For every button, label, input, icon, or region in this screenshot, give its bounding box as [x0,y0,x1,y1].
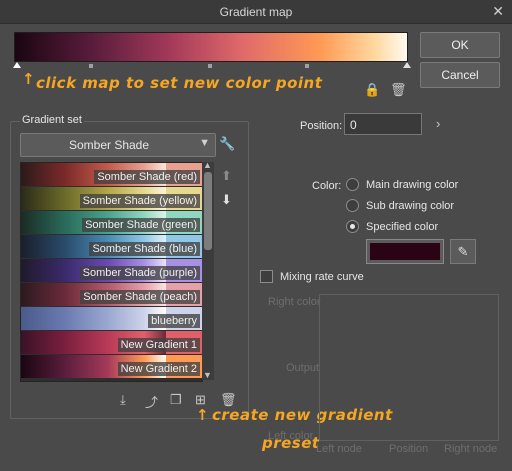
mixing-rate-label: Mixing rate curve [280,271,364,283]
chevron-down-icon: ▼ [199,137,210,149]
left-node-label: Left node [316,443,362,455]
curve-position-label: Position [389,443,429,455]
annotation-arrow-up: ↑ [196,406,210,424]
annotation-arrow-up: ↑ [22,70,36,88]
color-swatch-button[interactable] [366,239,444,264]
gradient-set-dropdown[interactable]: Somber Shade ▼ [20,133,216,157]
list-item[interactable]: Somber Shade (purple) [21,259,202,282]
list-item[interactable]: New Gradient 1 [21,331,202,354]
output-label: Output [286,362,320,374]
export-icon[interactable]: ⤴ [145,392,158,411]
list-item[interactable]: Somber Shade (peach) [21,283,202,306]
list-item-label: Somber Shade (yellow) [79,194,200,208]
gradient-set-label: Gradient set [20,114,84,126]
list-item[interactable]: New Gradient 2 [21,355,202,378]
list-item[interactable]: Somber Shade (yellow) [21,187,202,210]
color-point-marker[interactable] [13,62,21,68]
scroll-down-icon[interactable]: ▼ [203,370,212,380]
right-color-label: Right color [268,296,321,308]
trash-icon[interactable]: 🗑 [390,82,407,98]
list-item-label: Somber Shade (green) [82,218,200,232]
import-icon[interactable]: ⤓ [120,392,126,408]
wrench-icon[interactable]: 🔧 [219,136,235,152]
tick-mark [208,64,212,68]
cancel-button[interactable]: Cancel [420,62,500,88]
position-label: Position: [300,120,343,132]
tick-mark [89,64,93,68]
move-down-icon[interactable]: ⬇ [221,192,232,208]
list-item-label: New Gradient 1 [117,338,200,352]
left-color-label: Left color [268,430,314,442]
gradient-set-selected: Somber Shade [68,138,150,152]
close-icon[interactable]: ✕ [492,3,504,20]
main-color-label: Main drawing color [366,179,459,191]
duplicate-icon[interactable]: ❐ [170,392,182,408]
list-item[interactable]: Somber Shade (green) [21,211,202,234]
main-color-radio[interactable] [346,178,359,191]
ok-button[interactable]: OK [420,32,500,58]
scroll-up-icon[interactable]: ▲ [203,160,212,170]
list-item-label: blueberry [148,314,200,328]
lock-icon[interactable]: 🔒 [364,82,380,98]
sub-color-label: Sub drawing color [366,200,455,212]
annotation-top: click map to set new color point [36,74,323,92]
list-item-label: Somber Shade (peach) [80,290,200,304]
mixing-rate-checkbox[interactable] [260,270,273,283]
list-item[interactable]: blueberry [21,307,202,330]
title-bar: Gradient map ✕ [0,0,512,24]
specified-color-label: Specified color [366,221,439,233]
list-item-label: Somber Shade (purple) [79,266,200,280]
scroll-thumb[interactable] [204,172,212,250]
list-item-label: New Gradient 2 [117,362,200,376]
gradient-swatch [21,307,166,330]
right-node-label: Right node [444,443,498,455]
specified-color-radio[interactable] [346,220,359,233]
list-item[interactable]: Somber Shade (red) [21,163,202,186]
position-input[interactable]: 0 [344,113,422,135]
eyedropper-icon[interactable]: ✎ [450,239,476,264]
sub-color-radio[interactable] [346,199,359,212]
chevron-right-icon[interactable]: › [436,116,440,131]
color-swatch [370,243,440,260]
gradient-preset-list[interactable]: Somber Shade (red) Somber Shade (yellow)… [20,162,203,382]
list-item[interactable]: Somber Shade (blue) [21,235,202,258]
gradient-map-bar[interactable] [14,32,408,62]
color-point-marker[interactable] [403,62,411,68]
move-up-icon[interactable]: ⬆ [221,168,232,184]
color-label: Color: [312,180,342,192]
tick-mark [305,64,309,68]
window-title: Gradient map [219,5,293,19]
list-item-label: Somber Shade (red) [94,170,200,184]
list-scrollbar[interactable]: ▲ ▼ [202,160,214,380]
list-item-label: Somber Shade (blue) [89,242,200,256]
curve-graph [319,294,499,441]
